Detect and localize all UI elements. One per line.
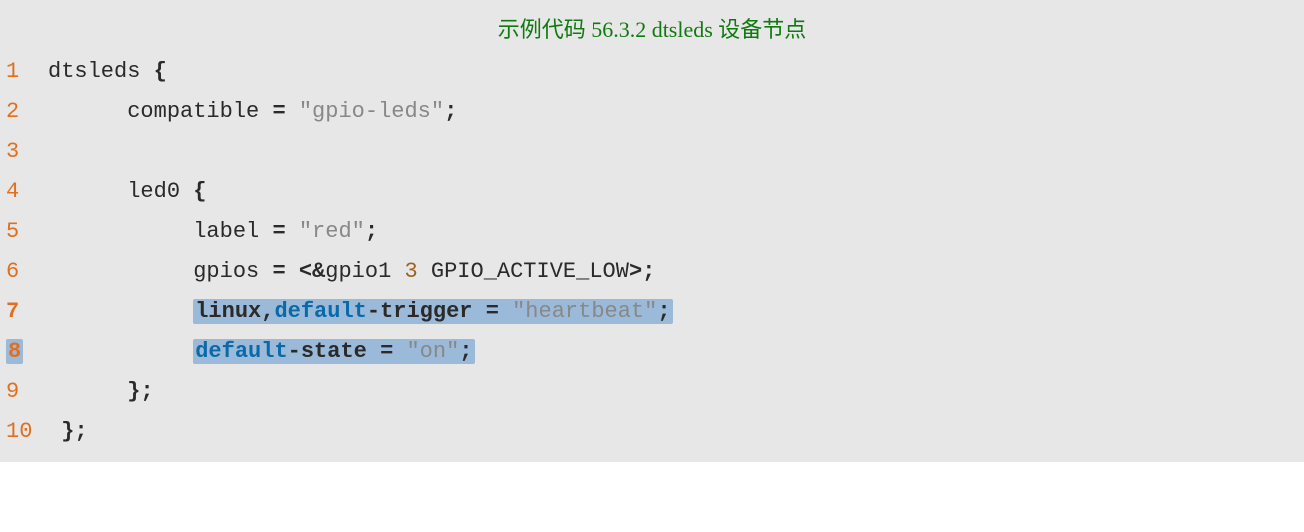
line-number: 2 [0,92,42,132]
identifier: label [193,219,272,244]
code-content: default-state = "on"; [42,332,475,372]
indent [48,419,61,444]
line-number: 1 [0,52,42,92]
identifier: state [301,339,380,364]
string-literal: "on" [406,339,459,364]
code-line: 5 label = "red"; [0,212,1304,252]
code-content: }; [42,412,88,452]
space [418,259,431,284]
semicolon: ; [365,219,378,244]
code-line: 9 }; [0,372,1304,412]
identifier: dtsleds [48,59,154,84]
operator: = [272,259,298,284]
line-number: 7 [0,292,42,332]
semicolon: ; [657,299,670,324]
number-literal: 3 [404,259,417,284]
comma: , [261,299,274,324]
code-content: led0 { [42,172,206,212]
line-number: 9 [0,372,42,412]
selection-highlight: default-state = "on"; [193,339,474,364]
code-line: 3 [0,132,1304,172]
identifier: led0 [127,179,193,204]
brace-close: }; [61,419,87,444]
identifier: linux [195,299,261,324]
code-content: compatible = "gpio-leds"; [42,92,457,132]
line-number-text: 8 [6,339,23,364]
semicolon: ; [444,99,457,124]
string-literal: "heartbeat" [512,299,657,324]
code-content: label = "red"; [42,212,378,252]
identifier: compatible [127,99,272,124]
identifier: gpio1 [325,259,404,284]
indent [48,299,193,324]
code-line: 10 }; [0,412,1304,452]
indent [48,179,127,204]
string-literal: "red" [299,219,365,244]
code-line-selected: 8 default-state = "on"; [0,332,1304,372]
code-content: }; [42,372,154,412]
line-number: 6 [0,252,42,292]
line-number: 10 [0,412,42,452]
code-content: gpios = <&gpio1 3 GPIO_ACTIVE_LOW>; [42,252,655,292]
brace: { [193,179,206,204]
code-line: 1 dtsleds { [0,52,1304,92]
identifier: trigger [380,299,486,324]
indent [48,99,127,124]
keyword: default [195,339,287,364]
dash: - [288,339,301,364]
macro: GPIO_ACTIVE_LOW [431,259,629,284]
angle-open: <& [299,259,325,284]
code-line: 6 gpios = <&gpio1 3 GPIO_ACTIVE_LOW>; [0,252,1304,292]
operator: = [272,99,298,124]
indent [48,339,193,364]
selection-highlight: linux,default-trigger = "heartbeat"; [193,299,672,324]
code-line-selected: 7 linux,default-trigger = "heartbeat"; [0,292,1304,332]
string-literal: "gpio-leds" [299,99,444,124]
line-number: 3 [0,132,42,172]
code-content: linux,default-trigger = "heartbeat"; [42,292,673,332]
indent [48,259,193,284]
operator: = [380,339,406,364]
code-line: 4 led0 { [0,172,1304,212]
semicolon: ; [459,339,472,364]
indent [48,219,193,244]
angle-close: >; [629,259,655,284]
code-example-block: 示例代码 56.3.2 dtsleds 设备节点 1 dtsleds { 2 c… [0,0,1304,462]
line-number: 8 [0,332,42,372]
brace: { [154,59,167,84]
example-title: 示例代码 56.3.2 dtsleds 设备节点 [0,8,1304,52]
indent [48,379,127,404]
operator: = [272,219,298,244]
code-content: dtsleds { [42,52,167,92]
operator: = [486,299,512,324]
line-number: 4 [0,172,42,212]
line-number: 5 [0,212,42,252]
keyword: default [274,299,366,324]
code-line: 2 compatible = "gpio-leds"; [0,92,1304,132]
dash: - [367,299,380,324]
identifier: gpios [193,259,272,284]
brace-close: }; [127,379,153,404]
